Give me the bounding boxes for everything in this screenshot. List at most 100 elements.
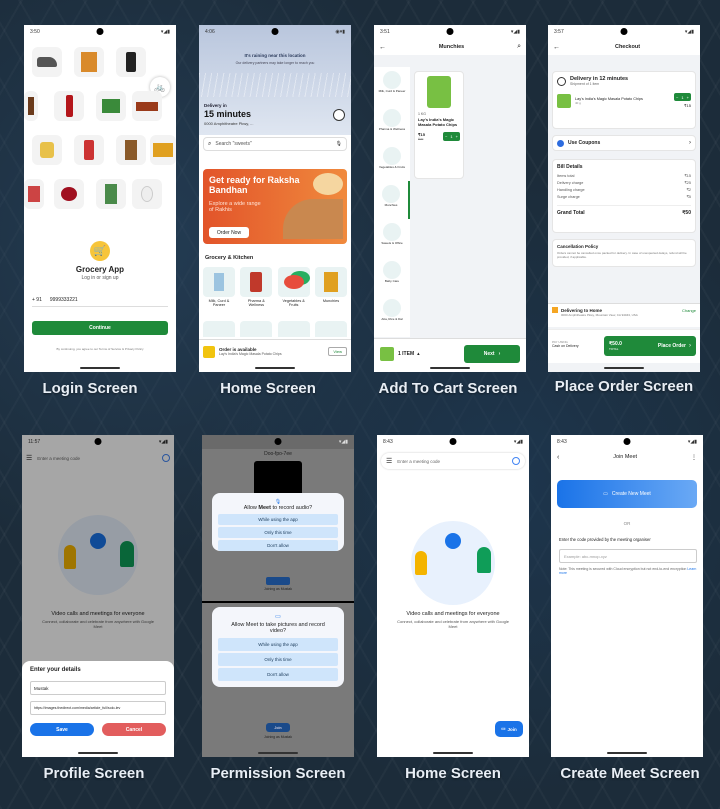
continue-button[interactable]: Continue: [32, 321, 168, 335]
category-sidebar: Milk, Curd & Paneer Pharma & Wellness Ve…: [374, 67, 410, 337]
side-item[interactable]: Atta, Rice & Dal: [374, 295, 410, 333]
bill-title: Bill Details: [557, 164, 583, 170]
back-arrow-icon[interactable]: ←: [379, 44, 386, 51]
meeting-search[interactable]: ☰ Enter a meeting code: [381, 453, 525, 469]
status-bar: ▾◢▮: [202, 435, 354, 449]
mic-icon[interactable]: 🎙: [336, 141, 342, 147]
product-mrp: ₹20: [418, 137, 424, 141]
terms-text: By continuing, you agree to our Terms of…: [56, 347, 144, 351]
side-item[interactable]: Milk, Curd & Paneer: [374, 67, 410, 105]
back-arrow-icon[interactable]: ←: [553, 44, 560, 51]
next-button[interactable]: Next ›: [464, 345, 520, 363]
product-tea-icon: [24, 179, 44, 209]
profile-icon[interactable]: [333, 109, 345, 121]
qty-stepper[interactable]: −1 +: [674, 93, 691, 101]
category-milk[interactable]: Milk, Curd & Paneer: [203, 267, 235, 307]
rain-banner-title: It's raining near this location: [244, 53, 306, 58]
menu-icon[interactable]: ☰: [386, 457, 392, 465]
sweets-icon: [383, 223, 401, 241]
side-item-label: Pharma & Wellness: [378, 127, 406, 131]
place-order-button[interactable]: ₹50.0 TOTAL Place Order ›: [604, 336, 696, 356]
qty-stepper[interactable]: − 1 +: [443, 132, 460, 141]
status-bar: 3:51 ▾◢▮: [374, 25, 526, 39]
view-button[interactable]: View: [328, 347, 347, 356]
audio-title: Allow Meet to record audio?: [243, 505, 313, 511]
category-pharma[interactable]: Pharma & Wellness: [240, 267, 273, 307]
permission-screen: ▾◢▮ Doo-fpo-7ee 🎙 Allow Meet to record a…: [202, 435, 354, 757]
search-bar[interactable]: ⌕ Search "sweets" 🎙: [203, 137, 347, 151]
status-bar: 3:50 ▾◢▮: [24, 25, 176, 39]
side-item[interactable]: Sweets & Office: [374, 219, 410, 257]
status-time: 8:43: [383, 439, 393, 445]
status-icons: ▾◢▮: [684, 29, 694, 35]
search-icon[interactable]: ⌕: [517, 43, 521, 51]
product-iron-icon: [32, 47, 62, 77]
join-fab[interactable]: ▭ Join: [495, 721, 523, 737]
status-icons: ▾◢▮: [160, 29, 170, 35]
video-icon: ▭: [275, 614, 281, 620]
place-order-screen: 3:57 ▾◢▮ ← Checkout Delivery in 12 minute…: [548, 25, 700, 372]
product-card[interactable]: 1 KG Lay's India's Magic Masala Potato C…: [414, 71, 464, 179]
side-item-label: Vegetables & Fruits: [378, 165, 405, 169]
name-input[interactable]: Mustak: [30, 681, 166, 695]
category-label: Milk, Curd & Paneer: [208, 299, 230, 307]
pay-method[interactable]: Cash on Delivery: [552, 344, 579, 348]
atta-icon: [383, 299, 401, 317]
dont-allow-button[interactable]: Don't allow: [218, 540, 338, 551]
minus-icon[interactable]: −: [445, 134, 447, 139]
while-using-button[interactable]: While using the app: [218, 638, 338, 651]
only-this-time-button[interactable]: Only this time: [218, 527, 338, 538]
order-now-button[interactable]: Order Now: [209, 227, 249, 238]
avatar-url-input[interactable]: https://images.thedirect.com/media/artic…: [30, 701, 166, 715]
chevron-right-icon: ›: [689, 140, 691, 146]
status-icons: ◉▾▮: [335, 29, 345, 35]
join-button[interactable]: Join: [266, 723, 290, 732]
only-this-time-button[interactable]: Only this time: [218, 653, 338, 666]
more-vert-icon[interactable]: ⋮: [691, 454, 697, 461]
chevron-right-icon: ›: [689, 343, 691, 349]
side-item[interactable]: Vegetables & Fruits: [374, 143, 410, 181]
create-new-meet-button[interactable]: ▭ Create New Meet: [557, 480, 697, 508]
encryption-note: Note: This meeting is secured with Cloud…: [559, 567, 697, 575]
checkout-title: Checkout: [614, 44, 641, 50]
product-box-icon: [150, 135, 176, 165]
pharma-icon: [240, 267, 273, 297]
pay-bar: PAY USING Cash on Delivery ₹50.0 TOTAL P…: [548, 329, 700, 363]
section-title: Grocery & Kitchen: [205, 255, 254, 261]
account-icon[interactable]: [512, 457, 520, 465]
code-input[interactable]: Example: abc-mnop-xyz: [559, 549, 697, 563]
order-item: Lay's India's Magic Masala Potato Chips: [219, 352, 282, 356]
coupons-row[interactable]: Use Coupons ›: [552, 135, 696, 151]
search-placeholder: Search "sweets": [215, 141, 252, 147]
save-button[interactable]: Save: [30, 723, 94, 736]
chevron-up-icon[interactable]: ▴: [417, 351, 420, 357]
product-chocolate-icon: [132, 91, 162, 121]
side-item[interactable]: Pharma & Wellness: [374, 105, 410, 143]
dont-allow-button[interactable]: Don't allow: [218, 668, 338, 681]
category-label: Pharma & Wellness: [247, 299, 265, 307]
change-link[interactable]: Change: [682, 308, 696, 313]
home-icon: [552, 307, 558, 313]
delivery-in: Delivery in: [204, 103, 227, 108]
phone-field[interactable]: + 91 9999333221: [32, 293, 168, 307]
minus-icon[interactable]: −: [676, 95, 678, 100]
caption-profile: Profile Screen: [43, 765, 145, 782]
status-time: 3:50: [30, 29, 40, 35]
rain-graphic: [199, 73, 351, 97]
category-munchies[interactable]: Munchies: [314, 267, 347, 307]
category-vegetables[interactable]: Vegetables & Fruits: [277, 267, 310, 307]
plus-icon[interactable]: +: [456, 134, 458, 139]
joining-label-2: Joining as Mustak: [263, 735, 292, 739]
plus-icon[interactable]: +: [687, 95, 689, 100]
side-item[interactable]: Baby Care: [374, 257, 410, 295]
status-icons: ▾◢▮: [687, 439, 697, 445]
address-bar: Delivering to Home Change 0000 Amphithea…: [548, 303, 700, 327]
side-item-active[interactable]: Munchies: [374, 181, 410, 219]
status-time: 4:06: [205, 29, 215, 35]
promo-banner[interactable]: Get ready for Raksha Bandhan Explore a w…: [203, 169, 347, 244]
cancel-button[interactable]: Cancel: [102, 723, 166, 736]
bill-row: Items total ₹15: [557, 173, 691, 179]
while-using-button[interactable]: While using the app: [218, 514, 338, 525]
order-available-bar[interactable]: Order is available Lay's India's Magic M…: [199, 339, 351, 363]
chevron-right-icon: ›: [498, 351, 501, 357]
